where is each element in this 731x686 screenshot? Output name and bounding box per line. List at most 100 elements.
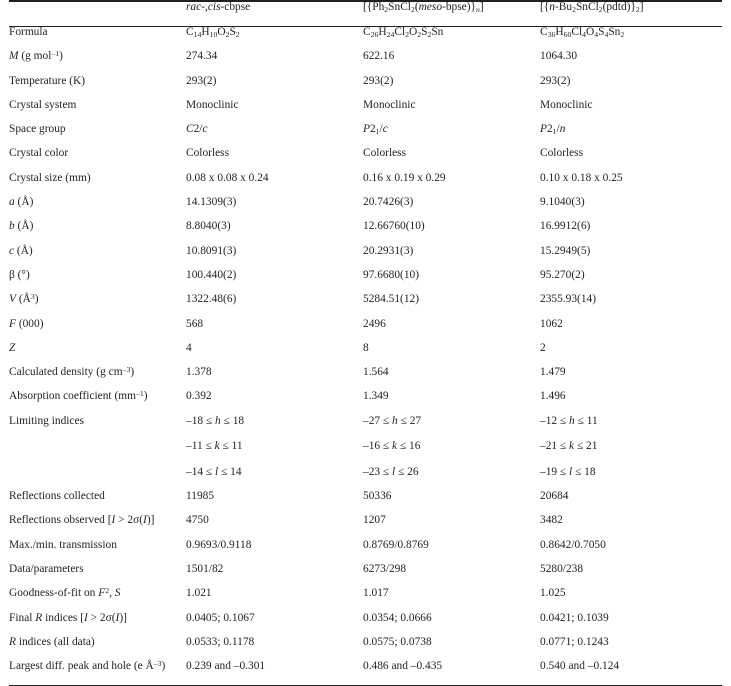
table-row: Space group C2/c P21/c P21/n xyxy=(9,123,722,148)
table-row: –14 ≤ l ≤ 14 –23 ≤ l ≤ 26 –19 ≤ l ≤ 18 xyxy=(9,466,722,491)
crystallographic-data-table: rac-,cis-cbpse [{Ph2SnCl2(meso-bpse)}n] … xyxy=(9,0,722,686)
table-row: Largest diff. peak and hole (e Å–3) 0.239… xyxy=(9,659,722,686)
row-value-col-1: 1.021 xyxy=(186,587,212,600)
table-row: Absorption coefficient (mm–1) 0.392 1.349 1… xyxy=(9,388,722,415)
row-label: Z xyxy=(9,341,16,354)
row-value-col-3: 1.479 xyxy=(540,366,566,379)
row-value-col-1: 4750 xyxy=(186,514,209,527)
row-value-col-2: 50336 xyxy=(363,490,392,503)
row-label: Crystal system xyxy=(9,98,77,111)
row-value-col-1: –18 ≤ h ≤ 18 xyxy=(186,414,245,427)
table-row: Temperature (K) 293(2) 293(2) 293(2) xyxy=(9,74,722,100)
row-value-col-3: –12 ≤ h ≤ 11 xyxy=(540,414,598,427)
table-header: rac-,cis-cbpse [{Ph2SnCl2(meso-bpse)}n] … xyxy=(9,0,722,27)
row-label: β (°) xyxy=(9,268,30,281)
row-value-col-2: –27 ≤ h ≤ 27 xyxy=(363,414,422,427)
row-value-col-2: Monoclinic xyxy=(363,98,416,111)
row-value-col-2: 0.8769/0.8769 xyxy=(363,538,429,551)
row-value-col-3: 1.025 xyxy=(540,587,566,600)
row-value-col-3: 293(2) xyxy=(540,74,571,87)
row-label xyxy=(9,440,186,465)
row-value-col-2: 0.0354; 0.0666 xyxy=(363,611,432,624)
row-value-col-1: 8.8040(3) xyxy=(186,220,231,233)
row-value-col-2: C26H24Cl2O2S2Sn xyxy=(363,26,444,39)
row-value-col-3: 0.10 x 0.18 x 0.25 xyxy=(540,171,623,184)
row-value-col-1: 10.8091(3) xyxy=(186,244,237,257)
row-value-col-2: 97.6680(10) xyxy=(363,268,419,281)
row-value-col-3: 1.496 xyxy=(540,390,566,403)
row-value-col-3: 2355.93(14) xyxy=(540,293,596,306)
row-value-col-2: 0.0575; 0.0738 xyxy=(363,635,432,648)
table-row: Goodness-of-fit on F2, S 1.021 1.017 1.025 xyxy=(9,586,722,612)
row-value-col-3: P21/n xyxy=(540,123,566,137)
row-label: c (Å) xyxy=(9,244,33,257)
row-value-col-1: –11 ≤ k ≤ 11 xyxy=(186,440,243,453)
row-value-col-1: –14 ≤ l ≤ 14 xyxy=(186,465,242,478)
table-row: V (Å3) 1322.48(6) 5284.51(12) 2355.93(14) xyxy=(9,292,722,318)
row-value-col-1: 0.0533; 0.1178 xyxy=(186,635,255,648)
crystallographic-data-table-container: rac-,cis-cbpse [{Ph2SnCl2(meso-bpse)}n] … xyxy=(0,0,731,686)
row-label: Reflections collected xyxy=(9,490,105,503)
row-value-col-1: 4 xyxy=(186,341,192,354)
row-value-col-3: 0.8642/0.7050 xyxy=(540,538,606,551)
row-label: Absorption coefficient (mm–1) xyxy=(9,388,148,403)
table-row: c (Å) 10.8091(3) 20.2931(3) 15.2949(5) xyxy=(9,244,722,270)
table-body: Formula C14H10O2S2 C26H24Cl2O2S2Sn C36H60Cl… xyxy=(9,26,722,686)
row-value-col-2: 20.7426(3) xyxy=(363,196,414,209)
row-value-col-1: 1501/82 xyxy=(186,562,224,575)
row-value-col-3: 0.0771; 0.1243 xyxy=(540,635,609,648)
row-value-col-3: 16.9912(6) xyxy=(540,220,591,233)
row-label: a (Å) xyxy=(9,196,34,209)
row-label: Max./min. transmission xyxy=(9,538,117,551)
row-value-col-2: 1.349 xyxy=(363,390,389,403)
row-value-col-1: 0.0405; 0.1067 xyxy=(186,611,255,624)
table-row: Reflections collected 11985 50336 20684 xyxy=(9,490,722,515)
row-value-col-2: 2496 xyxy=(363,317,386,330)
row-value-col-2: Colorless xyxy=(363,147,407,160)
row-value-col-1: 293(2) xyxy=(186,74,217,87)
row-value-col-3: 0.540 and –0.124 xyxy=(540,660,722,686)
row-value-col-3: 20684 xyxy=(540,490,569,503)
row-value-col-3: –21 ≤ k ≤ 21 xyxy=(540,440,598,453)
row-value-col-1: C2/c xyxy=(186,123,208,136)
row-label: Final R indices [I > 2σ(I)] xyxy=(9,611,127,624)
table-row: Crystal system Monoclinic Monoclinic Monocl… xyxy=(9,98,722,124)
row-label xyxy=(9,466,186,491)
row-label: Reflections observed [I > 2σ(I)] xyxy=(9,514,155,527)
row-value-col-3: 1062 xyxy=(540,317,563,330)
column-header-compound-3: [{n-Bu2SnCl2(pdtd)}2] xyxy=(540,1,722,27)
row-value-col-2: –16 ≤ k ≤ 16 xyxy=(363,440,421,453)
row-value-col-1: Colorless xyxy=(186,147,230,160)
row-value-col-1: Monoclinic xyxy=(186,98,239,111)
row-value-col-1: 11985 xyxy=(186,490,215,503)
row-value-col-1: 0.392 xyxy=(186,390,212,403)
row-value-col-2: 293(2) xyxy=(363,74,394,87)
row-label: b (Å) xyxy=(9,220,34,233)
row-value-col-3: 15.2949(5) xyxy=(540,244,591,257)
row-label: Space group xyxy=(9,123,66,136)
row-value-col-2: 12.66760(10) xyxy=(363,220,425,233)
row-value-col-3: C36H60Cl4O4S4Sn2 xyxy=(540,26,625,39)
row-label: R indices (all data) xyxy=(9,635,95,648)
table-row: β (°) 100.440(2) 97.6680(10) 95.270(2) xyxy=(9,268,722,294)
row-value-col-2: –23 ≤ l ≤ 26 xyxy=(363,465,419,478)
row-value-col-2: 8 xyxy=(363,341,369,354)
row-value-col-2: 20.2931(3) xyxy=(363,244,414,257)
table-row: Max./min. transmission 0.9693/0.9118 0.876… xyxy=(9,538,722,564)
row-label: F (000) xyxy=(9,317,44,330)
row-value-col-1: 0.9693/0.9118 xyxy=(186,538,252,551)
table-row: Reflections observed [I > 2σ(I)] 4750 1207… xyxy=(9,515,722,539)
row-value-col-3: Colorless xyxy=(540,147,584,160)
row-label: Calculated density (g cm–3) xyxy=(9,364,135,379)
row-value-col-3: 5280/238 xyxy=(540,562,584,575)
row-value-col-3: 1064.30 xyxy=(540,50,578,63)
table-row: a (Å) 14.1309(3) 20.7426(3) 9.1040(3) xyxy=(9,196,722,221)
column-header-compound-1: rac-,cis-cbpse xyxy=(186,1,363,27)
row-value-col-3: 9.1040(3) xyxy=(540,196,585,209)
row-value-col-1: 0.239 and –0.301 xyxy=(186,660,363,686)
row-label: Formula xyxy=(9,26,48,38)
row-value-col-2: 1207 xyxy=(363,514,386,527)
row-value-col-2: 622.16 xyxy=(363,50,395,63)
table-row: F (000) 568 2496 1062 xyxy=(9,317,722,343)
row-value-col-2: 1.564 xyxy=(363,366,389,379)
